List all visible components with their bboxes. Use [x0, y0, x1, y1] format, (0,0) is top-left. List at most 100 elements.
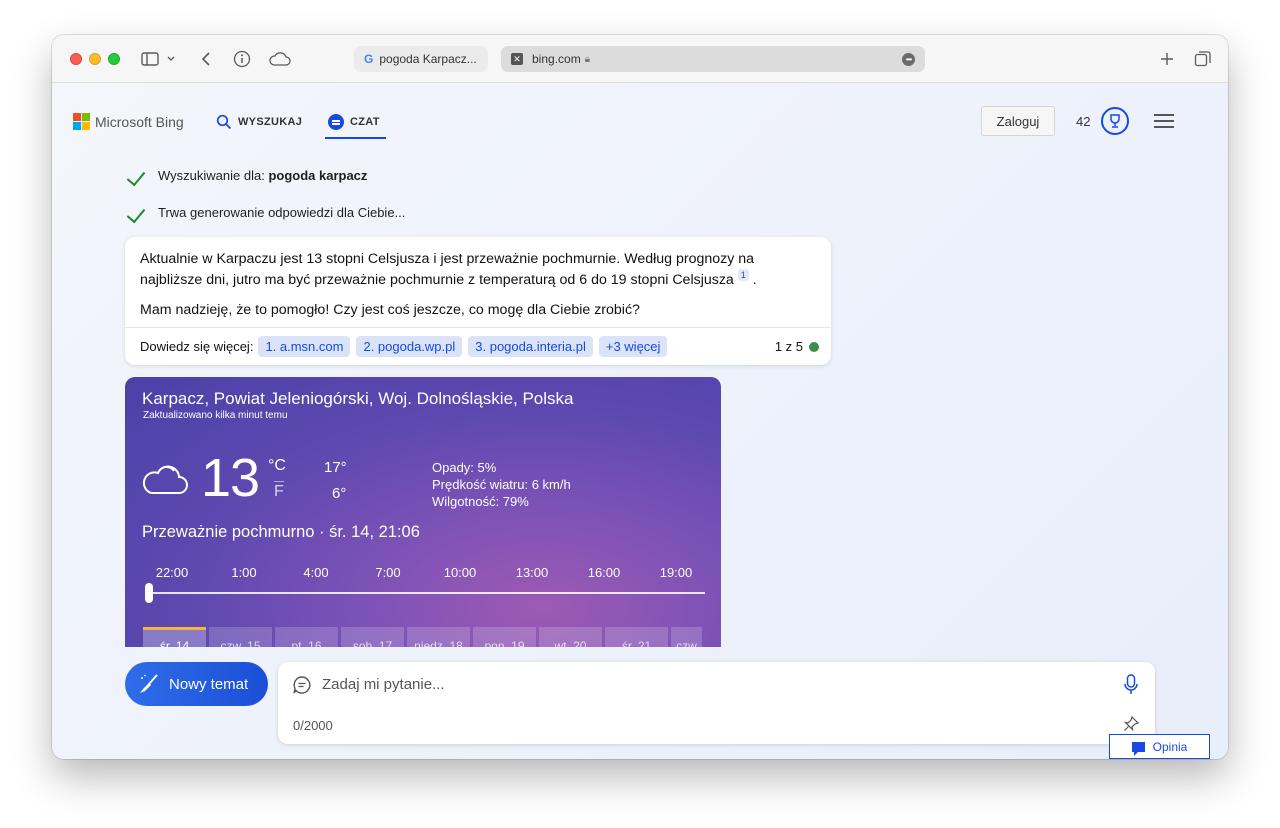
- rewards-points[interactable]: 42: [1076, 114, 1090, 129]
- response-paragraph-2: Mam nadzieję, że to pomogło! Czy jest co…: [140, 302, 640, 318]
- hourly-slider-handle[interactable]: [145, 583, 153, 603]
- status-searching: Wyszukiwanie dla: pogoda karpacz: [127, 168, 367, 183]
- daily-forecast-tabs: śr. 14 czw. 15 pt. 16 sob. 17 niedz. 18 …: [143, 627, 705, 647]
- feedback-button[interactable]: Opinia: [1109, 734, 1210, 759]
- day-tab[interactable]: niedz. 18: [407, 627, 470, 647]
- status-dot-icon: [809, 341, 819, 352]
- active-tab-indicator: [325, 137, 386, 139]
- checkmark-icon: [127, 169, 149, 183]
- unit-fahrenheit-toggle[interactable]: F: [274, 481, 284, 501]
- citation-marker[interactable]: 1: [737, 269, 749, 281]
- search-icon: [216, 114, 232, 130]
- feedback-label: Opinia: [1152, 739, 1188, 754]
- cloudy-weather-icon: [142, 465, 188, 494]
- source-link-msn[interactable]: 1. a.msn.com: [258, 336, 351, 357]
- feedback-icon: [1131, 741, 1145, 756]
- brand-name: Microsoft Bing: [95, 113, 184, 130]
- searching-prefix: Wyszukiwanie dla:: [158, 168, 269, 183]
- precipitation: Opady: 5%: [432, 460, 497, 475]
- wind-speed: Prędkość wiatru: 6 km/h: [432, 477, 571, 492]
- day-tab[interactable]: pon. 19: [473, 627, 536, 647]
- day-tab[interactable]: wt. 20: [539, 627, 602, 647]
- unit-celsius-toggle[interactable]: °C: [268, 457, 286, 475]
- chat-input[interactable]: [322, 672, 1082, 696]
- close-window-button[interactable]: [70, 53, 82, 65]
- hour-label: 19:00: [659, 565, 693, 580]
- more-dots-icon[interactable]: •••: [902, 53, 915, 66]
- hour-label: 7:00: [375, 565, 401, 580]
- cloud-icon[interactable]: [268, 49, 292, 69]
- day-tab[interactable]: sob. 17: [341, 627, 404, 647]
- search-query: pogoda karpacz: [268, 168, 368, 183]
- temperature-low: 6°: [332, 485, 347, 502]
- hour-label: 4:00: [303, 565, 329, 580]
- temperature-high: 17°: [324, 459, 347, 476]
- hour-label: 10:00: [443, 565, 477, 580]
- day-tab[interactable]: czw. 15: [209, 627, 272, 647]
- lock-icon: 🔒︎: [584, 53, 591, 65]
- weather-location: Karpacz, Powiat Jeleniogórski, Woj. Doln…: [142, 389, 574, 408]
- chat-composer: 0/2000: [278, 662, 1155, 744]
- hourly-time-labels: 22:00 1:00 4:00 7:00 10:00 13:00 16:00 1…: [142, 565, 712, 580]
- day-tab[interactable]: śr. 21: [605, 627, 668, 647]
- day-tab[interactable]: śr. 14: [143, 627, 206, 647]
- microsoft-logo-icon: [73, 113, 90, 130]
- titlebar: G pogoda Karpacz... ✕ bing.com 🔒︎ •••: [52, 35, 1228, 83]
- tab-google-search[interactable]: G pogoda Karpacz...: [354, 46, 488, 72]
- sidebar-icon[interactable]: [140, 49, 160, 69]
- status-generating: Trwa generowanie odpowiedzi dla Ciebie..…: [127, 205, 405, 220]
- hour-label: 22:00: [155, 565, 189, 580]
- current-temperature: 13: [201, 448, 260, 508]
- day-tab[interactable]: czw: [671, 627, 702, 647]
- browser-window: G pogoda Karpacz... ✕ bing.com 🔒︎ ••• Mi…: [52, 35, 1228, 759]
- tab-overview-icon[interactable]: [1193, 49, 1213, 69]
- checkmark-icon: [127, 206, 149, 220]
- more-sources-button[interactable]: +3 więcej: [598, 336, 668, 357]
- weather-updated: Zaktualizowano kilka minut temu: [143, 410, 288, 421]
- new-topic-button[interactable]: Nowy temat: [125, 662, 268, 706]
- login-button[interactable]: Zaloguj: [981, 106, 1055, 136]
- back-arrow-icon[interactable]: [196, 49, 216, 69]
- new-tab-plus-icon[interactable]: [1157, 49, 1177, 69]
- google-icon: G: [364, 52, 374, 66]
- response-paragraph-1: Aktualnie w Karpaczu jest 13 stopni Cels…: [140, 251, 755, 288]
- divider: [125, 327, 831, 328]
- source-link-interia[interactable]: 3. pogoda.interia.pl: [468, 336, 593, 357]
- pin-icon[interactable]: [1123, 716, 1139, 732]
- nav-chat[interactable]: CZAT: [328, 114, 380, 130]
- chat-icon: [328, 114, 344, 130]
- chat-bubble-icon: [293, 676, 311, 694]
- source-link-wp[interactable]: 2. pogoda.wp.pl: [356, 336, 463, 357]
- response-text: Aktualnie w Karpaczu jest 13 stopni Cels…: [140, 249, 800, 320]
- response-paragraph-1-end: .: [752, 272, 757, 288]
- nav-search-label: WYSZUKAJ: [238, 116, 303, 128]
- day-tab[interactable]: pt. 16: [275, 627, 338, 647]
- response-counter-text: 1 z 5: [774, 339, 803, 354]
- microphone-icon[interactable]: [1123, 674, 1139, 696]
- info-icon[interactable]: [232, 49, 252, 69]
- humidity: Wilgotność: 79%: [432, 494, 529, 509]
- tab-label: pogoda Karpacz...: [379, 52, 477, 66]
- hourly-slider-track[interactable]: [145, 592, 705, 594]
- generating-text: Trwa generowanie odpowiedzi dla Ciebie..…: [158, 205, 406, 220]
- bing-logo[interactable]: Microsoft Bing: [73, 113, 184, 130]
- chat-response-card: Aktualnie w Karpaczu jest 13 stopni Cels…: [125, 237, 831, 365]
- nav-search[interactable]: WYSZUKAJ: [216, 114, 302, 130]
- chevron-down-icon[interactable]: [165, 49, 177, 69]
- nav-chat-label: CZAT: [350, 116, 380, 128]
- menu-icon[interactable]: [1154, 114, 1174, 128]
- hour-label: 13:00: [515, 565, 549, 580]
- zoom-window-button[interactable]: [108, 53, 120, 65]
- minimize-window-button[interactable]: [89, 53, 101, 65]
- learn-more-row: Dowiedz się więcej: 1. a.msn.com 2. pogo…: [140, 336, 673, 357]
- broom-icon: [140, 674, 158, 693]
- hour-label: 1:00: [231, 565, 257, 580]
- address-text: bing.com: [532, 52, 581, 66]
- response-counter: 1 z 5: [775, 339, 819, 354]
- tab-bing[interactable]: ✕ bing.com 🔒︎ •••: [501, 46, 925, 72]
- weather-card[interactable]: Karpacz, Powiat Jeleniogórski, Woj. Doln…: [125, 377, 721, 647]
- weather-details: Opady: 5% Prędkość wiatru: 6 km/h Wilgot…: [432, 459, 571, 510]
- rewards-trophy-icon[interactable]: [1101, 107, 1129, 135]
- close-tab-icon[interactable]: ✕: [511, 53, 523, 65]
- character-count: 0/2000: [293, 718, 333, 733]
